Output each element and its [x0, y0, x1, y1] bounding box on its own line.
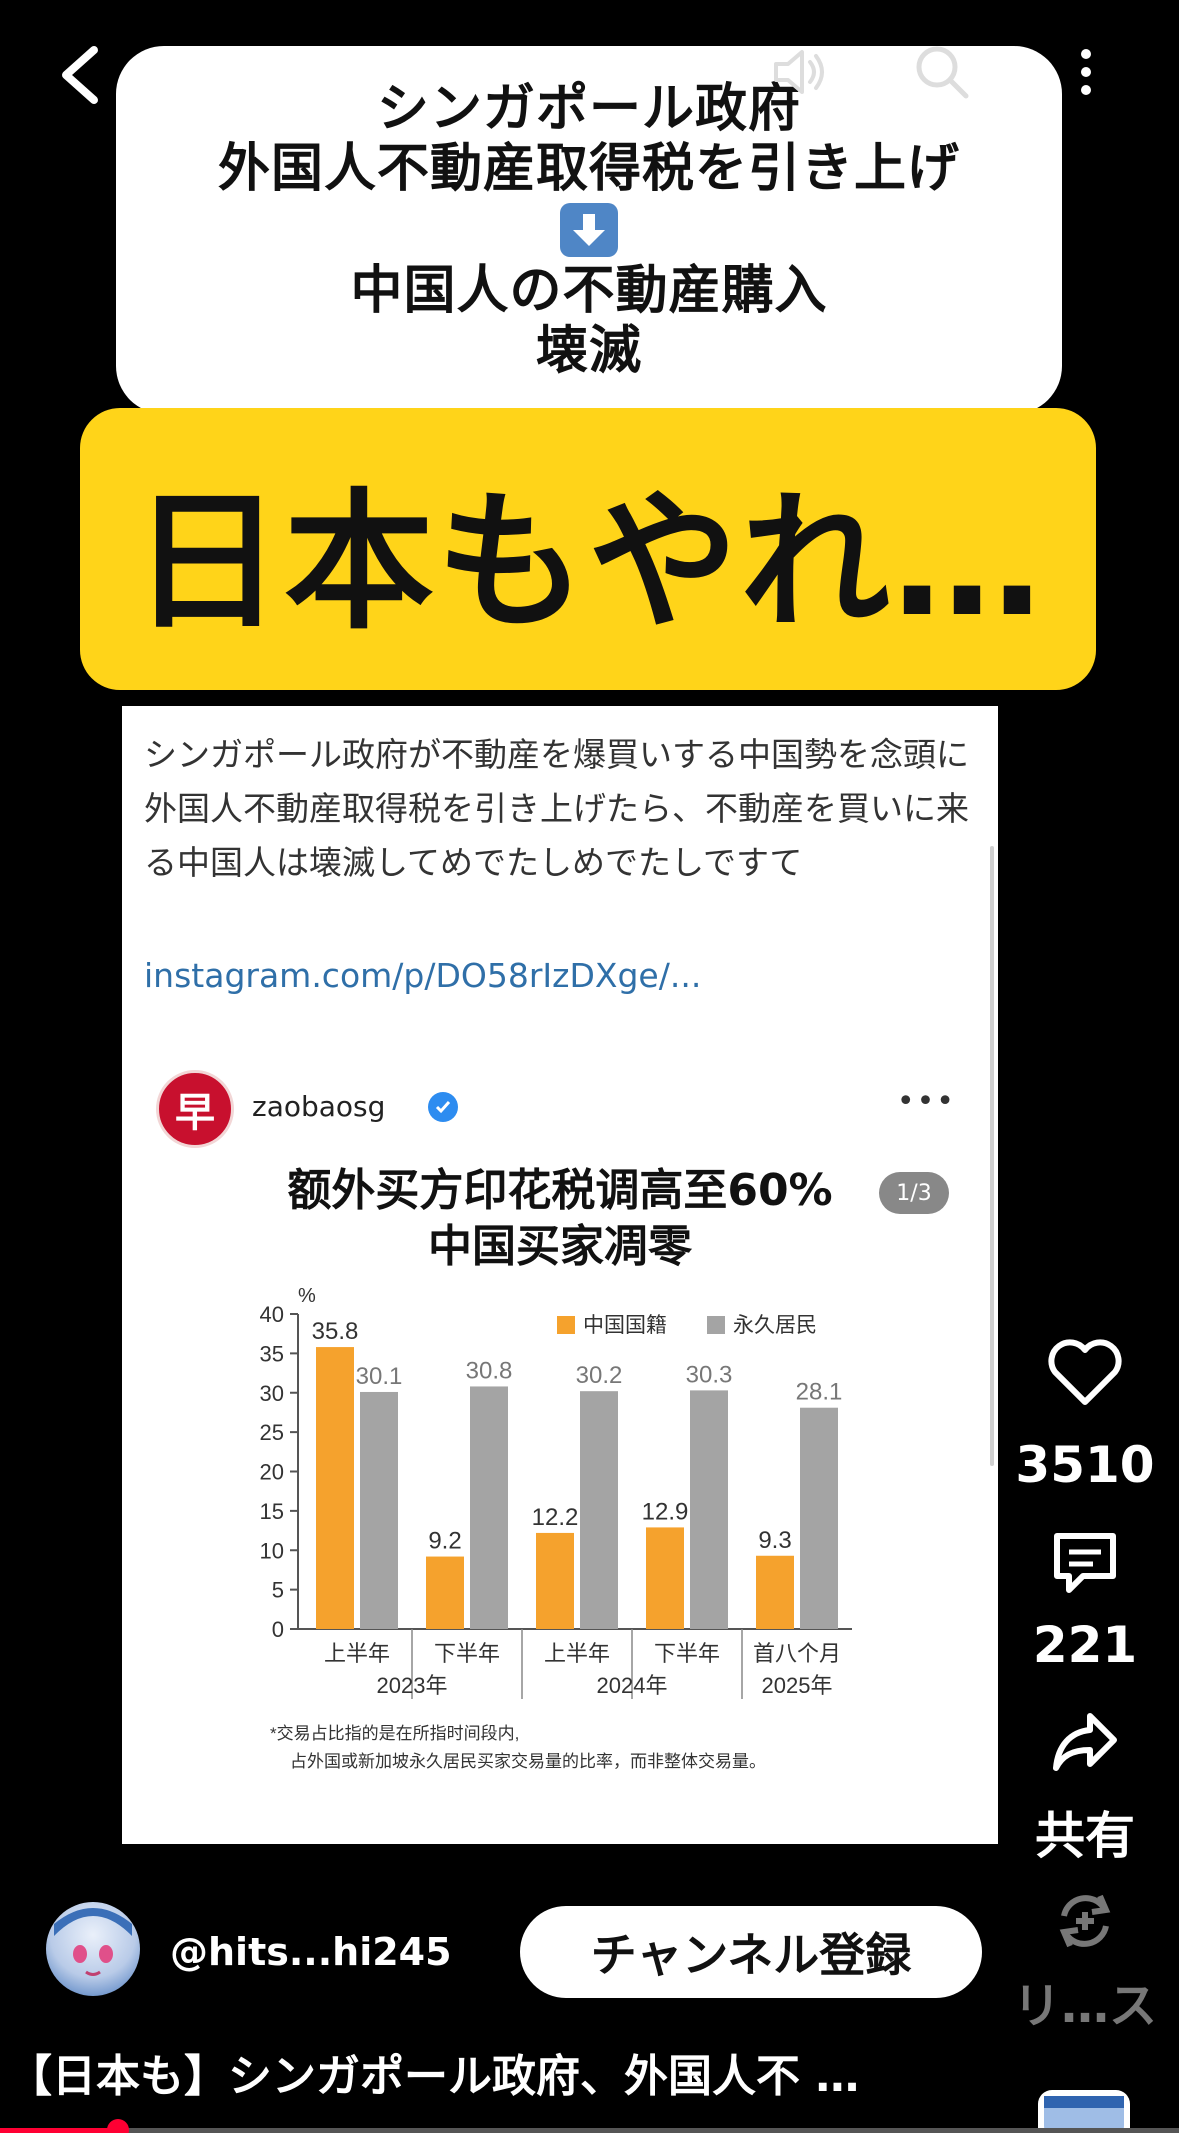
comment-count: 221	[1032, 1616, 1138, 1674]
share-label: 共有	[1035, 1807, 1135, 1865]
embedded-account-name: zaobaosg	[252, 1090, 386, 1123]
legend-swatch	[707, 1316, 725, 1334]
y-tick-label: 10	[260, 1538, 284, 1563]
x-year-label: 2025年	[762, 1673, 833, 1698]
headline-line: 外国人不動産取得税を引き上げ	[217, 139, 960, 199]
x-tick-label: 下半年	[434, 1641, 500, 1666]
x-tick-label: 上半年	[324, 1641, 390, 1666]
embedded-more-icon: •••	[896, 1084, 956, 1119]
bar-value-label: 30.8	[466, 1357, 513, 1384]
chart-footnote: *交易占比指的是在所指时间段内,	[270, 1724, 519, 1743]
legend-swatch	[557, 1316, 575, 1334]
search-icon	[916, 46, 969, 99]
y-tick-label: 30	[260, 1381, 284, 1406]
bar-china	[646, 1527, 684, 1629]
comment-button[interactable]	[1000, 1528, 1170, 1604]
bar-china	[426, 1556, 464, 1629]
like-button[interactable]	[1000, 1336, 1170, 1412]
verified-badge-icon	[428, 1092, 458, 1122]
bar-value-label: 12.2	[532, 1504, 579, 1531]
bar-pr	[800, 1407, 838, 1629]
avatar-face-icon	[54, 1908, 132, 1976]
bar-pr	[580, 1391, 618, 1629]
chart-block: 额外买方印花税调高至60% 中国买家凋零 1/3 % 0 5 10 15 20 25 30 35…	[122, 1164, 998, 1844]
remix-icon	[1059, 1894, 1111, 1948]
y-tick-label: 20	[260, 1460, 284, 1485]
bar-pr	[360, 1391, 398, 1629]
bar-value-label: 28.1	[796, 1379, 843, 1406]
channel-row: @hits...hi245 チャンネル登録	[46, 1902, 1046, 2002]
logo-char: 早	[175, 1089, 215, 1136]
x-tick-label: 首八个月	[753, 1641, 841, 1666]
zaobao-logo: 早	[156, 1070, 234, 1148]
bar-china	[536, 1532, 574, 1629]
legend-label: 中国国籍	[583, 1314, 667, 1337]
embedded-post-screenshot: シンガポール政府が不動産を爆買いする中国勢を念頭に外国人不動産取得税を引き上げた…	[122, 706, 998, 1844]
y-axis-unit: %	[298, 1285, 316, 1307]
like-count: 3510	[1015, 1436, 1155, 1494]
bar-value-label: 30.3	[686, 1361, 733, 1388]
sound-button[interactable]	[768, 40, 832, 104]
headline-line: 壊滅	[535, 321, 642, 381]
x-tick-label: 上半年	[544, 1641, 610, 1666]
video-progress-fill	[0, 2128, 118, 2133]
headline-line: 中国人の不動産購入	[350, 261, 828, 321]
more-options-button[interactable]	[1056, 40, 1116, 104]
y-tick-label: 35	[260, 1341, 284, 1366]
y-tick-label: 15	[260, 1499, 284, 1524]
post-description: シンガポール政府が不動産を爆買いする中国勢を念頭に外国人不動産取得税を引き上げた…	[144, 735, 969, 882]
bar-value-label: 9.3	[758, 1527, 791, 1554]
search-button[interactable]	[910, 40, 974, 104]
down-arrow-icon	[560, 203, 618, 257]
caption-banner: 日本もやれ…	[80, 408, 1096, 690]
subscribe-button[interactable]: チャンネル登録	[520, 1906, 982, 1998]
video-title[interactable]: 【日本も】シンガポール政府、外国人不 …	[8, 2040, 1008, 2104]
bar-value-label: 12.9	[642, 1498, 689, 1525]
channel-handle[interactable]: @hits...hi245	[170, 1930, 452, 1974]
channel-avatar[interactable]	[46, 1902, 140, 1996]
y-tick-label: 25	[260, 1420, 284, 1445]
video-progress-bar[interactable]	[0, 2119, 1179, 2133]
bar-pr	[470, 1386, 508, 1629]
embedded-account-row: 早 zaobaosg •••	[156, 1070, 966, 1150]
chart-footnote: 占外国或新加坡永久居民买家交易量的比率，而非整体交易量。	[290, 1752, 766, 1771]
bar-china	[756, 1555, 794, 1629]
bar-pr	[690, 1390, 728, 1629]
x-year-label: 2024年	[597, 1673, 668, 1698]
mini-avatar-icon	[1044, 2096, 1124, 2133]
back-arrow-icon	[62, 46, 98, 104]
share-button[interactable]	[1000, 1706, 1170, 1780]
x-year-label: 2023年	[377, 1673, 448, 1698]
bar-value-label: 30.1	[356, 1363, 403, 1390]
y-tick-label: 40	[260, 1302, 284, 1327]
comment-icon	[1054, 1533, 1116, 1593]
bar-china	[316, 1347, 354, 1629]
y-tick-label: 0	[272, 1617, 284, 1642]
legend-label: 永久居民	[733, 1314, 817, 1337]
share-icon	[1053, 1713, 1117, 1771]
post-link: instagram.com/p/DO58rIzDXge/...	[144, 956, 702, 995]
headline-line: シンガポール政府	[376, 79, 801, 139]
video-progress-handle[interactable]	[106, 2119, 129, 2133]
y-tick-label: 5	[272, 1578, 284, 1603]
speaker-icon	[774, 50, 824, 94]
bar-chart: % 0 5 10 15 20 25 30 35 40 35.8 30.1 上半年 9.2 30.8 下半年 12…	[260, 1285, 852, 1771]
bar-value-label: 35.8	[312, 1318, 359, 1345]
mini-thumbnail[interactable]	[1038, 2090, 1130, 2133]
bar-value-label: 30.2	[576, 1362, 623, 1389]
heart-icon	[1048, 1339, 1122, 1405]
x-tick-label: 下半年	[654, 1641, 720, 1666]
bar-value-label: 9.2	[428, 1528, 461, 1555]
caption-banner-text: 日本もやれ…	[131, 475, 1044, 650]
back-button[interactable]	[52, 40, 112, 110]
more-vertical-icon	[1081, 49, 1091, 95]
